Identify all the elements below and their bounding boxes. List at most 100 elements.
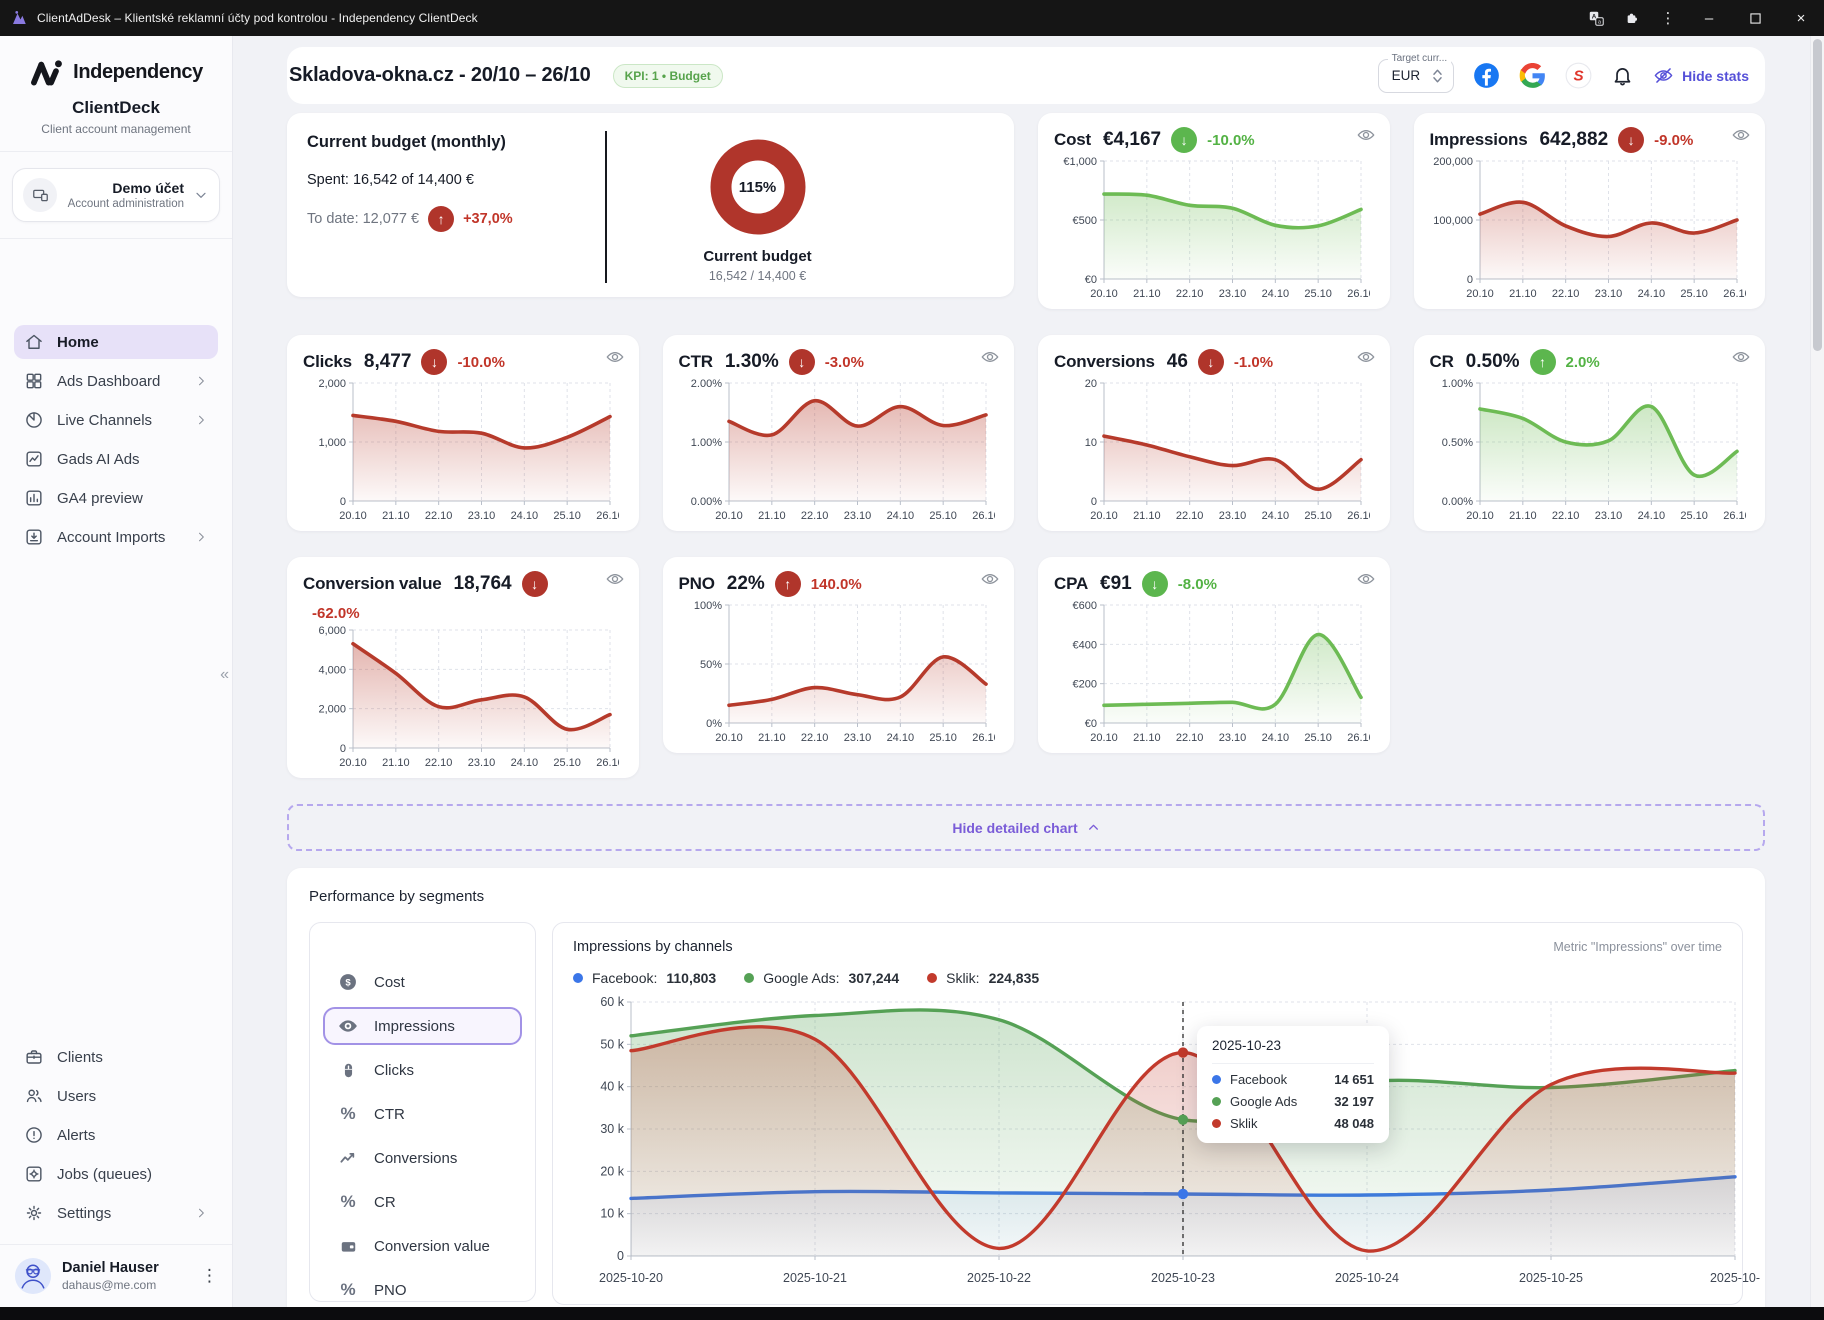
eye-icon[interactable] [1356,569,1376,589]
sidebar-item-ga4-preview[interactable]: GA4 preview [14,481,218,515]
segment-item-clicks[interactable]: Clicks [323,1051,522,1089]
google-icon[interactable] [1519,62,1546,89]
svg-text:24.10: 24.10 [511,757,539,769]
target-currency-select[interactable]: Target curr... EUR [1378,59,1455,93]
svg-text:0%: 0% [706,718,722,730]
avatar [14,1257,52,1295]
account-selector[interactable]: Demo účet Account administration [12,168,220,222]
segment-item-impressions[interactable]: Impressions [323,1007,522,1045]
extensions-icon[interactable] [1614,0,1650,36]
hide-stats-button[interactable]: Hide stats [1653,65,1749,86]
budget-delta: +37,0% [463,211,513,227]
sidebar-item-jobs-queues-label: Jobs (queues) [57,1166,152,1183]
sidebar-item-settings[interactable]: Settings [14,1196,218,1230]
svg-text:2,000: 2,000 [318,378,346,390]
eye-icon[interactable] [980,569,1000,589]
tooltip-facebook-label: Facebook [1230,1072,1287,1087]
svg-text:22.10: 22.10 [1551,288,1579,300]
facebook-icon[interactable] [1473,62,1500,89]
svg-text:1,000: 1,000 [318,437,346,449]
eye-icon[interactable] [1731,125,1751,145]
scrollbar[interactable] [1810,36,1824,1307]
eye-icon[interactable] [1356,347,1376,367]
segment-item-conversions[interactable]: Conversions [323,1139,522,1177]
svg-text:25.10: 25.10 [1304,288,1332,300]
conversion-value-card-header: Conversion value18,764↓-62.0% [303,571,623,622]
svg-text:23.10: 23.10 [1219,510,1247,522]
ctr-delta: -3.0% [825,354,864,371]
svg-text:26.10: 26.10 [1723,510,1746,522]
sidebar-item-clients[interactable]: Clients [14,1040,218,1074]
minimize-button[interactable]: – [1686,0,1732,36]
scrollbar-thumb[interactable] [1813,39,1822,351]
impressions-delta: -9.0% [1654,132,1693,149]
tooltip-row-facebook: Facebook14 651 [1212,1072,1374,1087]
impressions-label: Impressions [1430,130,1528,150]
browser-menu-icon[interactable]: ⋮ [1650,0,1686,36]
chart-square-icon [24,449,44,469]
sidebar-item-live-channels[interactable]: Live Channels [14,403,218,437]
page-header: Skladova-okna.cz - 20/10 – 26/10 KPI: 1 … [287,47,1765,104]
user-menu-icon[interactable]: ⋮ [201,1266,218,1286]
sidebar-item-account-imports[interactable]: Account Imports [14,520,218,554]
eye-icon[interactable] [1356,125,1376,145]
eye-icon[interactable] [605,347,625,367]
percent-icon: % [337,1279,359,1301]
segment-item-conversion-value[interactable]: Conversion value [323,1227,522,1265]
budget-title: Current budget (monthly) [307,133,605,152]
sklik-icon[interactable]: S [1565,62,1592,89]
sidebar-item-users[interactable]: Users [14,1079,218,1113]
svg-text:2025-10-: 2025-10- [1710,1271,1760,1285]
eye-icon[interactable] [1731,347,1751,367]
legend-sklik-label: Sklik: [946,970,979,986]
google-ads-dot-icon [744,973,754,983]
segment-item-pno[interactable]: % PNO [323,1271,522,1307]
cost-trend-chart: €1,000€500€020.1021.1022.1023.1024.1025.… [1054,153,1370,303]
channels-plot[interactable]: 60 k50 k40 k30 k20 k10 k02025-10-202025-… [573,992,1722,1288]
segment-item-clicks-label: Clicks [374,1062,414,1079]
ctr-value: 1.30% [725,351,779,373]
svg-text:21.10: 21.10 [1133,732,1161,744]
device-icon [23,178,57,212]
svg-text:2025-10-22: 2025-10-22 [967,1271,1031,1285]
eye-filled-icon [337,1015,359,1037]
legend-facebook: Facebook:110,803 [573,970,716,986]
clicks-label: Clicks [303,352,352,372]
sidebar-collapse-button[interactable]: « [220,666,229,684]
arrow-up-badge-icon: ↑ [775,571,801,597]
cr-card-header: CR0.50%↑2.0% [1430,349,1750,375]
product-tagline: Client account management [0,122,232,152]
channels-chart-note: Metric "Impressions" over time [1553,940,1722,954]
conversions-delta: -1.0% [1234,354,1273,371]
users-icon [24,1086,44,1106]
bars-square-icon [24,488,44,508]
eye-icon[interactable] [605,569,625,589]
sidebar-item-gads-ai-ads[interactable]: Gads AI Ads [14,442,218,476]
maximize-button[interactable] [1732,0,1778,36]
user-footer: Daniel Hauser dahaus@me.com ⋮ [0,1244,232,1307]
close-button[interactable]: × [1778,0,1824,36]
eye-icon[interactable] [980,347,1000,367]
legend-google-ads: Google Ads:307,244 [744,970,899,986]
sidebar-item-alerts[interactable]: Alerts [14,1118,218,1152]
sidebar-item-jobs-queues[interactable]: Jobs (queues) [14,1157,218,1191]
segment-item-ctr[interactable]: %CTR [323,1095,522,1133]
sidebar-item-ads-dashboard[interactable]: Ads Dashboard [14,364,218,398]
dollar-circle-icon: $ [337,971,359,993]
bell-icon[interactable] [1611,64,1634,87]
segment-item-cr[interactable]: %CR [323,1183,522,1221]
svg-text:26.10: 26.10 [1347,288,1370,300]
svg-text:25.10: 25.10 [929,510,957,522]
cr-card: CR0.50%↑2.0%1.00%0.50%0.00%20.1021.1022.… [1414,335,1766,531]
arrow-up-badge-icon: ↑ [428,206,454,232]
segment-item-pno-label: PNO [374,1282,407,1299]
conversions-label: Conversions [1054,352,1155,372]
translate-icon[interactable]: Aa [1578,0,1614,36]
facebook-dot-icon [573,973,583,983]
hide-detailed-chart-button[interactable]: Hide detailed chart [287,804,1765,851]
user-email: dahaus@me.com [62,1278,159,1292]
chevron-right-icon [194,1206,208,1220]
segment-item-cost[interactable]: $Cost [323,963,522,1001]
svg-text:40 k: 40 k [600,1080,624,1094]
sidebar-item-home[interactable]: Home [14,325,218,359]
